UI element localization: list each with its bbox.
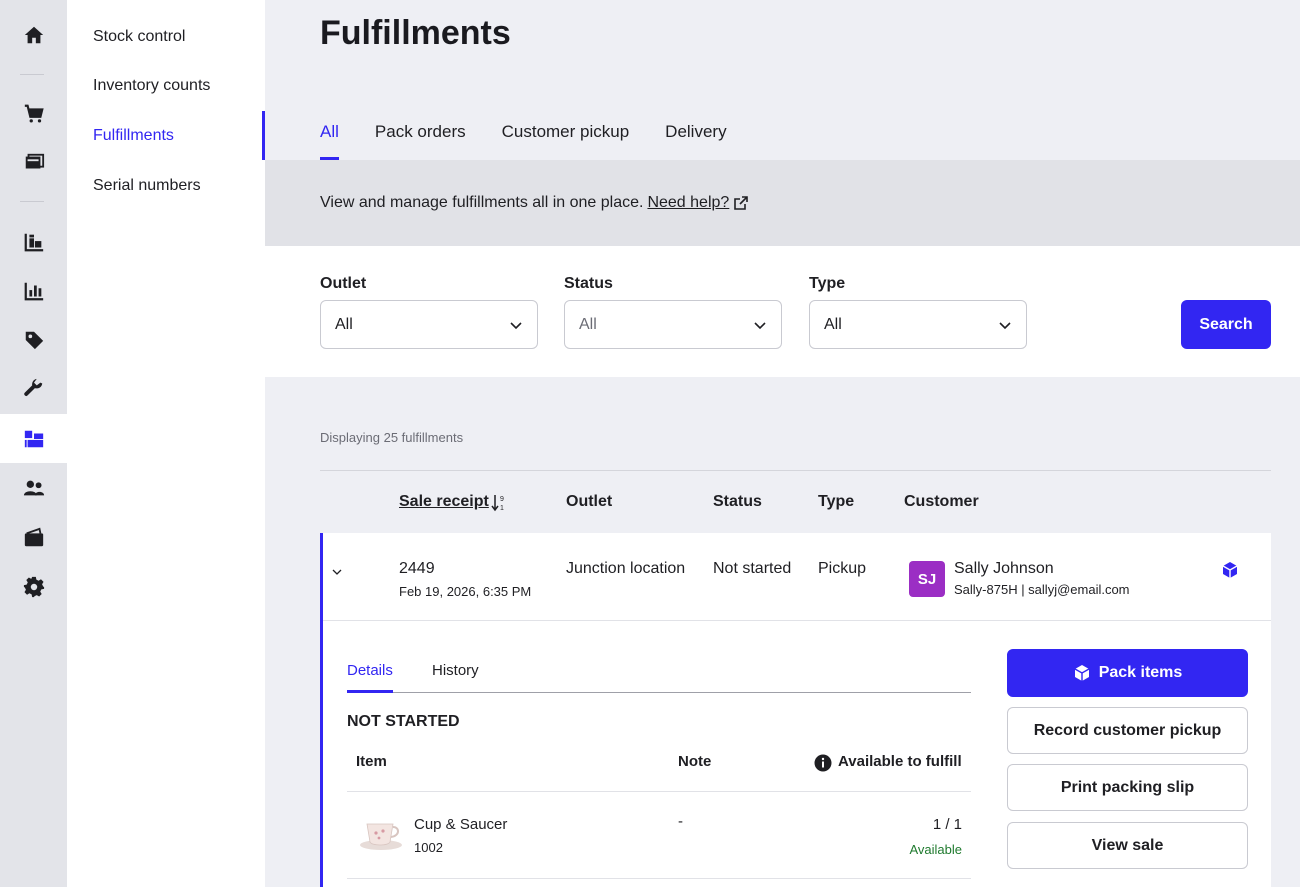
product-thumbnail bbox=[360, 823, 402, 850]
status-select-value: All bbox=[579, 315, 597, 333]
type-header: Type bbox=[818, 493, 855, 510]
outlet-filter: Outlet All bbox=[320, 275, 538, 349]
subnav-item-inventory-counts[interactable]: Inventory counts bbox=[67, 61, 265, 110]
view-sale-button[interactable]: View sale bbox=[1007, 822, 1248, 869]
customers-icon[interactable] bbox=[0, 463, 67, 512]
tab-details[interactable]: Details bbox=[347, 662, 393, 693]
sort-icon[interactable]: 91 bbox=[491, 494, 507, 512]
icon-rail bbox=[0, 0, 67, 887]
type-filter: Type All bbox=[809, 275, 1027, 349]
package-icon bbox=[1074, 665, 1090, 681]
tab-pack-orders[interactable]: Pack orders bbox=[375, 112, 466, 160]
pack-items-button[interactable]: Pack items bbox=[1007, 649, 1248, 697]
item-availability: Available bbox=[909, 842, 962, 857]
tab-customer-pickup[interactable]: Customer pickup bbox=[502, 112, 630, 160]
page-title: Fulfillments bbox=[320, 14, 511, 52]
chevron-down-icon[interactable] bbox=[331, 566, 343, 578]
note-header: Note bbox=[678, 753, 712, 770]
wrench-icon[interactable] bbox=[0, 364, 67, 413]
outlet-select[interactable]: All bbox=[320, 300, 538, 349]
type-select[interactable]: All bbox=[809, 300, 1027, 349]
pack-items-label: Pack items bbox=[1098, 664, 1183, 681]
customer-header: Customer bbox=[904, 493, 979, 510]
filter-panel: Outlet All Status All Type All Search bbox=[265, 246, 1300, 377]
item-sku: 1002 bbox=[414, 840, 443, 855]
info-banner: View and manage fulfillments all in one … bbox=[265, 160, 1300, 246]
row-type: Pickup bbox=[818, 560, 867, 577]
detail-tabs: Details History bbox=[347, 652, 971, 693]
sub-navigation: Stock control Inventory counts Fulfillme… bbox=[67, 0, 265, 887]
subnav-item-fulfillments[interactable]: Fulfillments bbox=[67, 111, 265, 160]
outlet-filter-label: Outlet bbox=[320, 275, 367, 292]
need-help-link[interactable]: Need help? bbox=[647, 194, 729, 212]
chevron-down-icon bbox=[510, 321, 522, 329]
chevron-down-icon bbox=[999, 321, 1011, 329]
results-count: Displaying 25 fulfillments bbox=[320, 430, 464, 445]
status-filter: Status All bbox=[564, 275, 782, 349]
tag-icon[interactable] bbox=[0, 315, 67, 364]
status-select[interactable]: All bbox=[564, 300, 782, 349]
list-item: Cup & Saucer 1002 - 1 / 1 Available bbox=[347, 791, 971, 879]
register-icon[interactable] bbox=[0, 138, 67, 187]
table-row: 2449 Feb 19, 2026, 6:35 PM Junction loca… bbox=[320, 533, 1271, 887]
item-header: Item bbox=[356, 753, 387, 770]
outlet-header: Outlet bbox=[566, 493, 613, 510]
status-filter-label: Status bbox=[564, 275, 613, 292]
sale-receipt-header[interactable]: Sale receipt bbox=[399, 493, 489, 511]
stock-icon[interactable] bbox=[0, 217, 67, 266]
info-icon[interactable] bbox=[814, 754, 832, 772]
package-icon bbox=[1222, 562, 1238, 578]
search-button[interactable]: Search bbox=[1181, 300, 1271, 349]
info-text: View and manage fulfillments all in one … bbox=[320, 194, 644, 211]
tab-all[interactable]: All bbox=[320, 112, 339, 160]
item-name[interactable]: Cup & Saucer bbox=[414, 816, 507, 833]
receipt-number[interactable]: 2449 bbox=[399, 560, 435, 578]
wallet-icon[interactable] bbox=[0, 513, 67, 562]
tab-delivery[interactable]: Delivery bbox=[665, 112, 726, 160]
item-quantity: 1 / 1 bbox=[932, 816, 962, 833]
row-status: Not started bbox=[713, 560, 792, 577]
status-header: Status bbox=[713, 493, 762, 510]
available-header: Available to fulfill bbox=[838, 753, 962, 770]
fulfillment-status-heading: NOT STARTED bbox=[347, 713, 460, 730]
subnav-item-serial-numbers[interactable]: Serial numbers bbox=[67, 161, 265, 210]
main-content: Fulfillments All Pack orders Customer pi… bbox=[265, 0, 1300, 887]
reports-icon[interactable] bbox=[0, 266, 67, 315]
cart-icon[interactable] bbox=[0, 89, 67, 138]
home-icon[interactable] bbox=[0, 10, 67, 59]
fulfillment-tabs: All Pack orders Customer pickup Delivery bbox=[320, 112, 727, 160]
type-filter-label: Type bbox=[809, 275, 846, 292]
item-note: - bbox=[678, 813, 683, 830]
print-packing-slip-button[interactable]: Print packing slip bbox=[1007, 764, 1248, 811]
chevron-down-icon bbox=[754, 321, 766, 329]
receipt-date: Feb 19, 2026, 6:35 PM bbox=[399, 584, 532, 599]
type-select-value: All bbox=[824, 315, 842, 333]
gear-icon[interactable] bbox=[0, 562, 67, 611]
record-customer-pickup-button[interactable]: Record customer pickup bbox=[1007, 707, 1248, 754]
row-summary[interactable]: 2449 Feb 19, 2026, 6:35 PM Junction loca… bbox=[323, 533, 1271, 621]
subnav-item-stock-control[interactable]: Stock control bbox=[67, 12, 265, 61]
customer-meta: Sally-875H | sallyj@email.com bbox=[954, 582, 1130, 597]
row-outlet: Junction location bbox=[566, 560, 686, 577]
tab-history[interactable]: History bbox=[432, 662, 479, 693]
customer-name[interactable]: Sally Johnson bbox=[954, 560, 1054, 578]
rail-divider bbox=[20, 74, 44, 75]
outlet-select-value: All bbox=[335, 315, 353, 333]
inventory-icon[interactable] bbox=[0, 414, 67, 463]
rail-divider bbox=[20, 201, 44, 202]
avatar: SJ bbox=[909, 561, 945, 597]
svg-text:9: 9 bbox=[500, 496, 504, 503]
svg-text:1: 1 bbox=[500, 505, 504, 512]
external-link-icon bbox=[734, 196, 749, 210]
table-divider bbox=[320, 470, 1271, 471]
